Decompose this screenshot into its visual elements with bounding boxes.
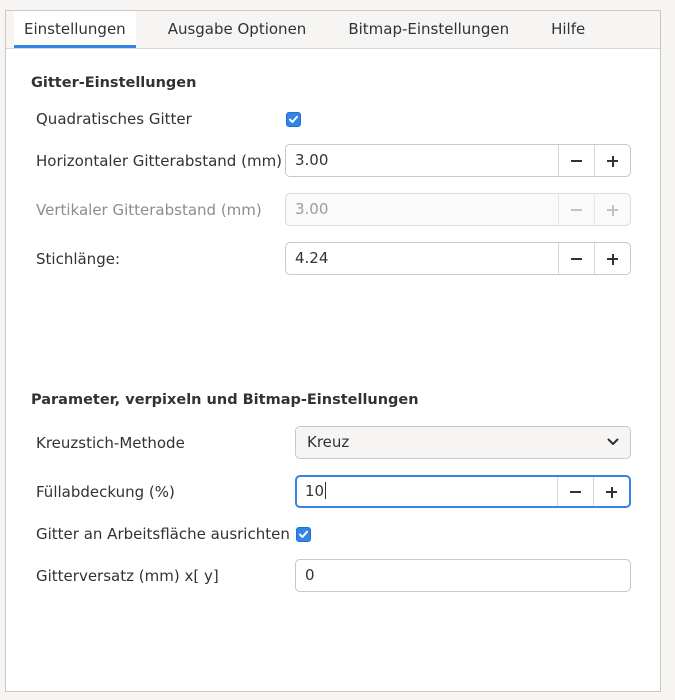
vertical-spacing-label: Vertikaler Gitterabstand (mm) (36, 201, 262, 219)
minus-icon (571, 258, 582, 260)
horizontal-spacing-label: Horizontaler Gitterabstand (mm) (36, 152, 283, 170)
fill-coverage-increment-button[interactable] (593, 477, 629, 506)
tab-bitmap-einstellungen[interactable]: Bitmap-Einstellungen (338, 11, 519, 48)
vertical-spacing-decrement-button (558, 194, 594, 225)
check-icon (299, 530, 308, 538)
stitch-length-decrement-button[interactable] (558, 243, 594, 274)
grid-offset-input[interactable]: 0 (295, 559, 631, 592)
cross-method-label: Kreuzstich-Methode (36, 434, 185, 452)
chevron-down-icon (607, 438, 619, 445)
minus-icon (571, 209, 582, 211)
stitch-length-label: Stichlänge: (36, 250, 120, 268)
cross-method-dropdown[interactable]: Kreuz (295, 426, 631, 459)
align-grid-label: Gitter an Arbeitsfläche ausrichten (36, 525, 290, 543)
minus-icon (570, 491, 581, 493)
horizontal-spacing-decrement-button[interactable] (558, 145, 594, 176)
grid-settings-heading: Gitter-Einstellungen (31, 75, 197, 91)
check-icon (289, 115, 298, 123)
text-caret (325, 482, 327, 499)
square-grid-label: Quadratisches Gitter (36, 110, 192, 128)
stitch-length-increment-button[interactable] (594, 243, 630, 274)
tab-bar: Einstellungen Ausgabe Optionen Bitmap-Ei… (6, 11, 660, 49)
square-grid-checkbox[interactable] (286, 112, 301, 127)
fill-coverage-spinbutton: 10 (295, 475, 631, 508)
extension-dialog: Einstellungen Ausgabe Optionen Bitmap-Ei… (5, 10, 661, 692)
tab-einstellungen[interactable]: Einstellungen (14, 11, 136, 48)
minus-icon (571, 160, 582, 162)
fill-coverage-label: Füllabdeckung (%) (36, 483, 175, 501)
horizontal-spacing-spinbutton: 3.00 (285, 144, 631, 177)
horizontal-spacing-increment-button[interactable] (594, 145, 630, 176)
vertical-spacing-input: 3.00 (295, 200, 329, 218)
vertical-spacing-spinbutton: 3.00 (285, 193, 631, 226)
align-grid-checkbox[interactable] (296, 527, 311, 542)
tab-ausgabe-optionen[interactable]: Ausgabe Optionen (158, 11, 317, 48)
stitch-length-spinbutton: 4.24 (285, 242, 631, 275)
cross-method-selected: Kreuz (307, 433, 350, 451)
stitch-length-input[interactable]: 4.24 (286, 243, 558, 274)
parameters-heading: Parameter, verpixeln und Bitmap-Einstell… (31, 392, 419, 408)
fill-coverage-input[interactable]: 10 (297, 477, 557, 506)
fill-coverage-decrement-button[interactable] (557, 477, 593, 506)
tab-hilfe[interactable]: Hilfe (541, 11, 595, 48)
vertical-spacing-increment-button (594, 194, 630, 225)
horizontal-spacing-input[interactable]: 3.00 (286, 145, 558, 176)
grid-offset-label: Gitterversatz (mm) x[ y] (36, 567, 219, 585)
